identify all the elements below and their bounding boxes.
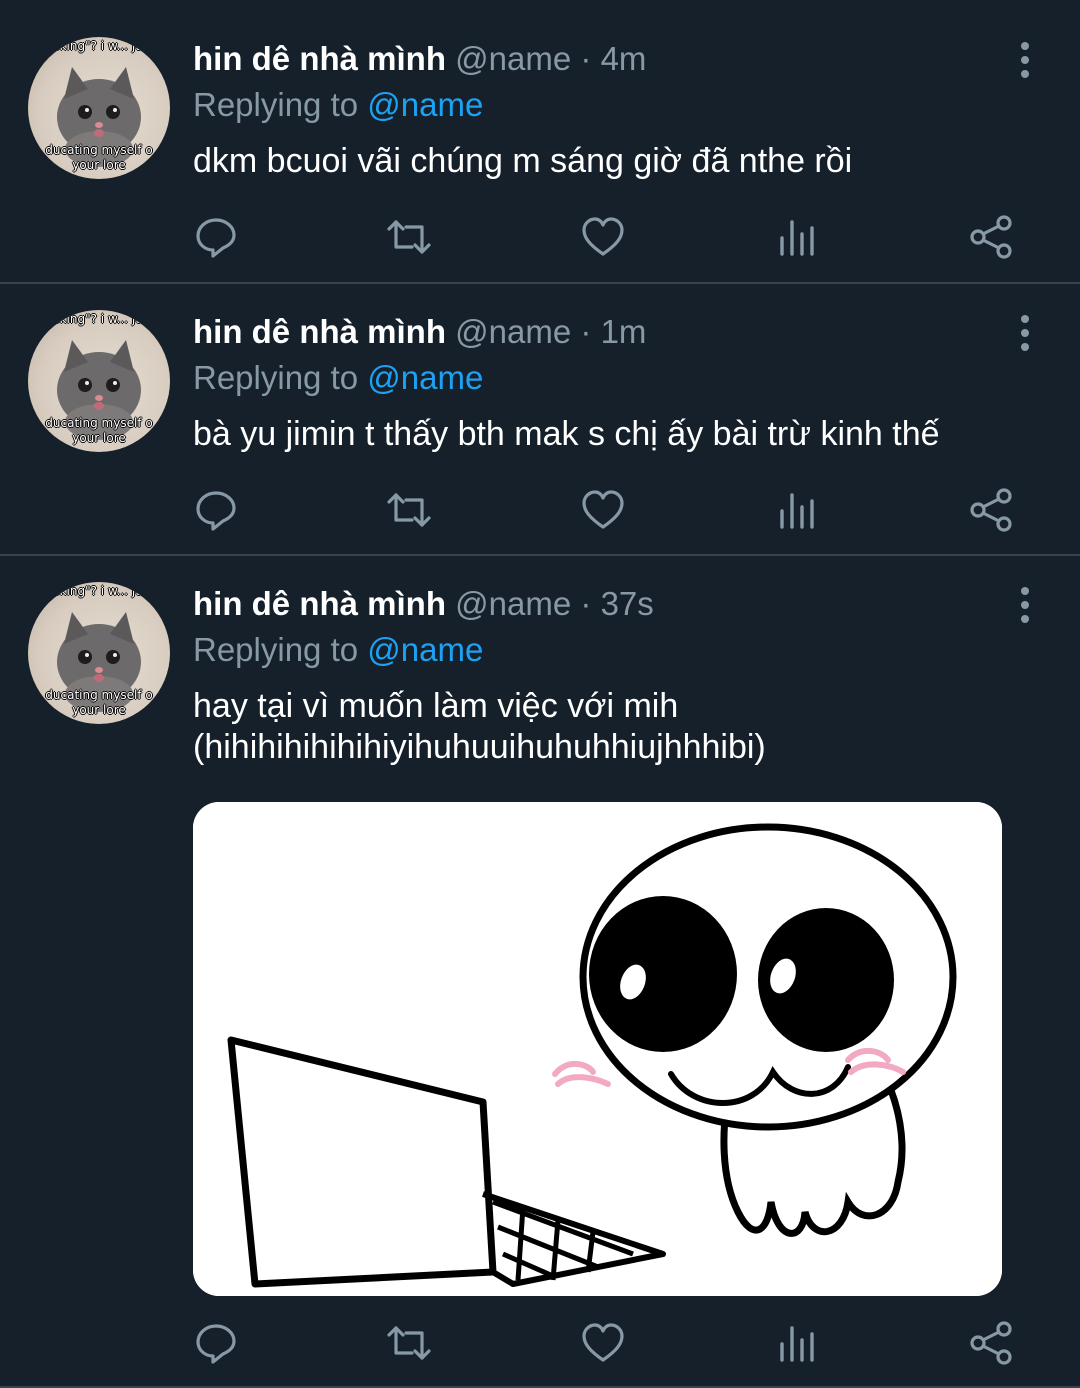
share-icon[interactable] (968, 487, 1014, 533)
analytics-icon[interactable] (774, 487, 820, 533)
like-icon[interactable] (580, 1320, 626, 1366)
separator-dot: · (580, 585, 592, 622)
share-icon[interactable] (968, 1320, 1014, 1366)
action-bar (0, 214, 1080, 260)
cartoon-laptop-drawing (193, 802, 1002, 1296)
reply-icon[interactable] (193, 487, 239, 533)
timestamp[interactable]: 37s (601, 585, 654, 622)
tweet-media-image[interactable] (193, 802, 1002, 1296)
reply-icon[interactable] (193, 214, 239, 260)
tweet-text: dkm bcuoi vãi chúng m sáng giờ đã nthe r… (193, 142, 853, 180)
analytics-icon[interactable] (774, 1320, 820, 1366)
avatar-caption-bottom-1: ducating myself o (45, 688, 153, 702)
replying-label: Replying to (193, 86, 359, 123)
avatar-caption-top: talking"? i w... just (44, 584, 154, 598)
avatar[interactable]: talking"? i w... just ducating myself o … (28, 582, 170, 724)
analytics-icon[interactable] (774, 214, 820, 260)
avatar[interactable]: talking"? i w... just ducating myself o … (28, 37, 170, 179)
action-bar (0, 487, 1080, 533)
replying-to-line: Replying to @name (193, 358, 483, 398)
timestamp[interactable]: 1m (601, 313, 647, 350)
display-name[interactable]: hin dê nhà mình (193, 585, 446, 622)
avatar-caption-bottom-1: ducating myself o (45, 143, 153, 157)
replying-to-line: Replying to @name (193, 630, 483, 670)
display-name[interactable]: hin dê nhà mình (193, 40, 446, 77)
avatar-caption-bottom-1: ducating myself o (45, 416, 153, 430)
tweet-text: bà yu jimin t thấy bth mak s chị ấy bài … (193, 415, 940, 453)
more-options-icon[interactable] (1017, 585, 1033, 625)
retweet-icon[interactable] (386, 487, 432, 533)
replying-to-line: Replying to @name (193, 85, 483, 125)
avatar-caption-bottom-2: your lore (72, 158, 126, 172)
reply-mention-link[interactable]: @name (367, 86, 483, 123)
more-options-icon[interactable] (1017, 40, 1033, 80)
like-icon[interactable] (580, 214, 626, 260)
tweet[interactable]: talking"? i w... just ducating myself o … (0, 282, 1080, 556)
user-handle[interactable]: @name (455, 585, 571, 622)
action-bar (0, 1320, 1080, 1366)
user-handle[interactable]: @name (455, 40, 571, 77)
display-name[interactable]: hin dê nhà mình (193, 313, 446, 350)
tweet-text: hay tại vì muốn làm việc với mih (hihihi… (193, 686, 1013, 768)
tweet-text-line-2: (hihihihihihihiyihuhuuihuhuhhiujhhhibi) (193, 728, 766, 766)
reply-mention-link[interactable]: @name (367, 631, 483, 668)
retweet-icon[interactable] (386, 214, 432, 260)
reply-mention-link[interactable]: @name (367, 359, 483, 396)
separator-dot: · (580, 40, 592, 77)
user-handle[interactable]: @name (455, 313, 571, 350)
tweet-header: hin dê nhà mình @name · 37s (193, 584, 654, 624)
retweet-icon[interactable] (386, 1320, 432, 1366)
share-icon[interactable] (968, 214, 1014, 260)
avatar-caption-top: talking"? i w... just (44, 312, 154, 326)
tweet[interactable]: talking"? i w... just ducating myself o … (0, 554, 1080, 1388)
avatar-caption-top: talking"? i w... just (44, 39, 154, 53)
avatar-caption-bottom-2: your lore (72, 431, 126, 445)
tweet[interactable]: talking"? i w... just ducating myself o … (0, 0, 1080, 284)
tweet-header: hin dê nhà mình @name · 4m (193, 39, 646, 79)
avatar[interactable]: talking"? i w... just ducating myself o … (28, 310, 170, 452)
timestamp[interactable]: 4m (601, 40, 647, 77)
avatar-caption-bottom-2: your lore (72, 703, 126, 717)
separator-dot: · (580, 313, 592, 350)
reply-icon[interactable] (193, 1320, 239, 1366)
more-options-icon[interactable] (1017, 313, 1033, 353)
replying-label: Replying to (193, 359, 359, 396)
replying-label: Replying to (193, 631, 359, 668)
tweet-header: hin dê nhà mình @name · 1m (193, 312, 646, 352)
tweet-text-line-1: hay tại vì muốn làm việc với mih (193, 687, 679, 725)
like-icon[interactable] (580, 487, 626, 533)
